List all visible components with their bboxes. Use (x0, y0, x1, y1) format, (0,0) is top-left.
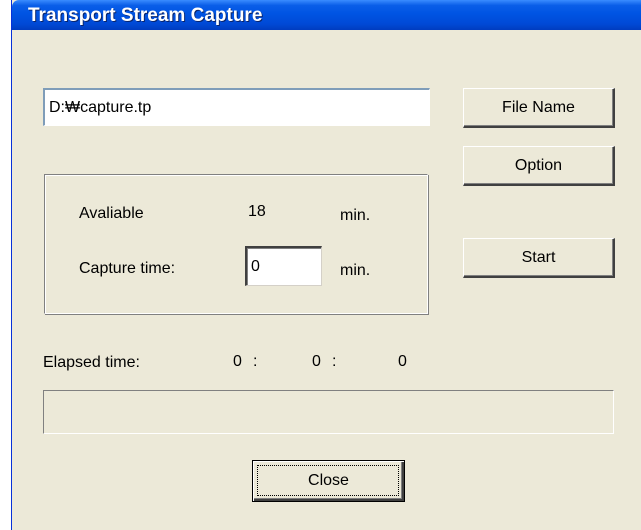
elapsed-minutes: 0 (312, 353, 321, 370)
close-button-label: Close (308, 472, 349, 489)
elapsed-time-label: Elapsed time: (43, 354, 140, 371)
elapsed-separator: : (253, 353, 258, 370)
close-button[interactable]: Close (252, 460, 405, 502)
capture-dialog: Transport Stream Capture File Name Optio… (11, 0, 641, 530)
start-button[interactable]: Start (463, 238, 615, 278)
capture-time-unit: min. (340, 262, 371, 279)
elapsed-separator: : (332, 353, 337, 370)
available-unit: min. (340, 207, 371, 224)
option-button-label: Option (514, 156, 563, 174)
file-path-input[interactable] (43, 88, 430, 126)
file-name-button[interactable]: File Name (463, 88, 615, 128)
start-button-label: Start (521, 248, 556, 266)
option-button[interactable]: Option (463, 146, 615, 186)
capture-time-input[interactable] (245, 246, 322, 286)
elapsed-seconds: 0 (398, 353, 407, 370)
window-title: Transport Stream Capture (28, 5, 263, 26)
capture-time-label: Capture time: (79, 260, 176, 277)
available-value: 18 (248, 203, 266, 220)
elapsed-hours: 0 (233, 353, 242, 370)
capture-settings-group (44, 174, 428, 314)
title-bar[interactable]: Transport Stream Capture (12, 0, 641, 30)
available-label: Avaliable (79, 205, 144, 222)
file-name-button-label: File Name (502, 98, 575, 116)
capture-progress-bar (43, 390, 614, 434)
